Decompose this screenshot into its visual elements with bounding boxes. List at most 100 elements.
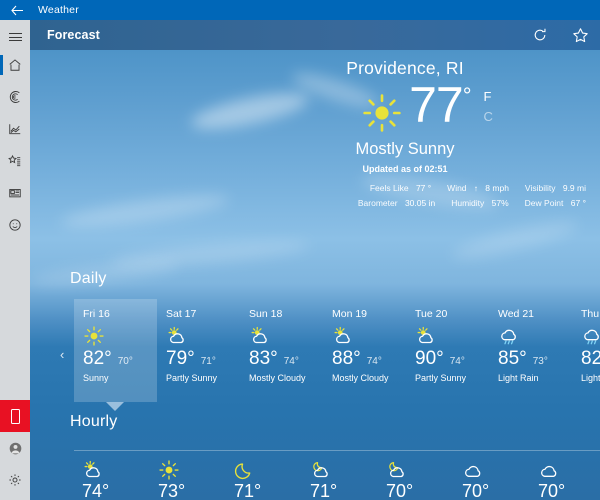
unit-toggle[interactable]: F C	[484, 87, 493, 127]
hourly-temperature: 70°	[462, 481, 490, 500]
detail-value: 57%	[491, 198, 509, 208]
cloud-wisp	[109, 236, 311, 272]
detail-value: 8 mph	[485, 183, 509, 193]
detail-dew-point: Dew Point 67 °	[525, 196, 586, 211]
daily-high: 83°	[249, 348, 278, 369]
daily-low: 74°	[366, 356, 382, 367]
daily-high: 79°	[166, 348, 195, 369]
daily-temps: 85° 73°	[498, 349, 572, 368]
daily-temps: 83° 74°	[249, 349, 323, 368]
hourly-card[interactable]: 70°Partly Cloudy 0%	[378, 459, 454, 500]
unit-fahrenheit[interactable]: F	[484, 87, 493, 107]
forecast-main-panel: Providence, RI 77 ° F C Mostly Sunny Upd…	[30, 50, 600, 500]
daily-day-label: Fri 16	[83, 308, 110, 320]
star-icon[interactable]	[560, 20, 600, 50]
daily-day-label: Sun 18	[249, 308, 283, 320]
left-nav-rail	[0, 20, 30, 500]
daily-low: 74°	[449, 356, 465, 367]
hourly-temperature: 70°	[386, 481, 414, 500]
home-icon	[8, 58, 22, 72]
partly-sunny-icon	[166, 325, 240, 347]
partly-sunny-icon	[332, 325, 406, 347]
hourly-card[interactable]: 70°Cloudy 0%	[530, 459, 600, 500]
daily-description: Partly Sunny	[415, 373, 467, 383]
cloudy-icon	[538, 459, 600, 481]
hourly-forecast-strip: ‹ 74°Partly Sunny 0% 73°Mostly Sunny 0% …	[40, 442, 600, 500]
daily-high: 85°	[498, 348, 527, 369]
light-rain-icon	[581, 325, 600, 347]
hamburger-icon[interactable]	[0, 25, 30, 49]
daily-day-label: Sat 17	[166, 308, 197, 320]
sidebar-item-feedback[interactable]	[0, 209, 30, 241]
hourly-section-title: Hourly	[70, 413, 118, 430]
sidebar-item-forecast[interactable]	[0, 49, 30, 81]
current-details: Feels Like 77 ° Wind ↑ 8 mph Visibility …	[262, 181, 586, 211]
hourly-temperature: 70°	[538, 481, 566, 500]
partly-sunny-icon	[249, 325, 323, 347]
daily-day-label: Wed 21	[498, 308, 534, 320]
daily-low: 70°	[117, 356, 133, 367]
settings-button[interactable]	[0, 464, 30, 496]
hourly-card[interactable]: 73°Mostly Sunny 0%	[150, 459, 226, 500]
daily-card[interactable]: Wed 21 85° 73° Light Rain	[489, 299, 572, 414]
partly-cloudy-night-icon	[386, 459, 454, 481]
partly-sunny-icon	[82, 459, 150, 481]
star-list-icon	[8, 154, 22, 168]
daily-description: Light Rain	[498, 373, 539, 383]
hourly-card[interactable]: 70°Cloudy 0%	[454, 459, 530, 500]
detail-wind: Wind ↑ 8 mph	[447, 181, 509, 196]
detail-label: Feels Like	[369, 183, 409, 193]
daily-high: 88°	[332, 348, 361, 369]
detail-value: 77 °	[415, 183, 432, 193]
sidebar-item-favorites[interactable]	[0, 145, 30, 177]
chart-icon	[8, 122, 22, 136]
chevron-left-icon[interactable]: ‹	[60, 347, 64, 362]
app-header: Forecast	[30, 20, 600, 50]
detail-label: Barometer	[357, 198, 398, 208]
hourly-track: 74°Partly Sunny 0% 73°Mostly Sunny 0% 71…	[74, 459, 600, 500]
details-row-1: Feels Like 77 ° Wind ↑ 8 mph Visibility …	[262, 181, 586, 196]
detail-barometer: Barometer 30.05 in	[358, 196, 435, 211]
window-title-bar: Weather	[0, 0, 600, 20]
daily-card[interactable]: Fri 16 82° 70° Sunny	[74, 299, 157, 411]
current-conditions: Providence, RI 77 ° F C Mostly Sunny Upd…	[262, 58, 592, 211]
unit-celsius[interactable]: C	[484, 107, 493, 127]
daily-card[interactable]: Sat 17 79° 71° Partly Sunny	[157, 299, 240, 414]
back-arrow-icon[interactable]	[0, 0, 34, 20]
hourly-card[interactable]: 74°Partly Sunny 0%	[74, 459, 150, 500]
daily-card[interactable]: Sun 18 83° 74° Mostly Cloudy	[240, 299, 323, 414]
cloudy-icon	[462, 459, 530, 481]
hourly-temperature: 71°	[310, 481, 338, 500]
detail-visibility: Visibility 9.9 mi	[525, 181, 586, 196]
daily-track: Fri 16 82° 70° Sunny Sat 17 79° 71° Partly Su…	[74, 299, 600, 414]
hourly-card[interactable]: 71°Partly Cloudy 0%	[302, 459, 378, 500]
hourly-card[interactable]: 71°Mostly Clear 0%	[226, 459, 302, 500]
daily-temps: 82° 70°	[83, 349, 157, 368]
sidebar-item-news[interactable]	[0, 177, 30, 209]
detail-label: Visibility	[524, 183, 556, 193]
phone-glyph	[10, 408, 20, 424]
daily-temps: 79° 71°	[166, 349, 240, 368]
daily-day-label: Thu 22	[581, 308, 600, 320]
daily-high: 90°	[415, 348, 444, 369]
hourly-divider	[74, 450, 600, 451]
gear-icon	[8, 473, 22, 487]
details-row-2: Barometer 30.05 in Humidity 57% Dew Poin…	[262, 196, 586, 211]
daily-card[interactable]: Tue 20 90° 74° Partly Sunny	[406, 299, 489, 414]
daily-temps: 88° 74°	[332, 349, 406, 368]
app-title: Weather	[38, 4, 79, 16]
sidebar-item-maps[interactable]	[0, 81, 30, 113]
account-button[interactable]	[0, 432, 30, 464]
detail-value: 30.05 in	[404, 198, 436, 208]
daily-description: Sunny	[83, 373, 109, 383]
news-icon	[8, 186, 22, 200]
daily-card[interactable]: Mon 19 88° 74° Mostly Cloudy	[323, 299, 406, 414]
sidebar-item-historical[interactable]	[0, 113, 30, 145]
daily-day-label: Tue 20	[415, 308, 448, 320]
daily-card[interactable]: Thu 22 82° Light	[572, 299, 600, 414]
daily-low: 71°	[200, 356, 216, 367]
daily-description: Mostly Cloudy	[249, 373, 306, 383]
degree-symbol: °	[462, 83, 472, 108]
refresh-icon[interactable]	[520, 20, 560, 50]
phone-icon[interactable]	[0, 400, 30, 432]
